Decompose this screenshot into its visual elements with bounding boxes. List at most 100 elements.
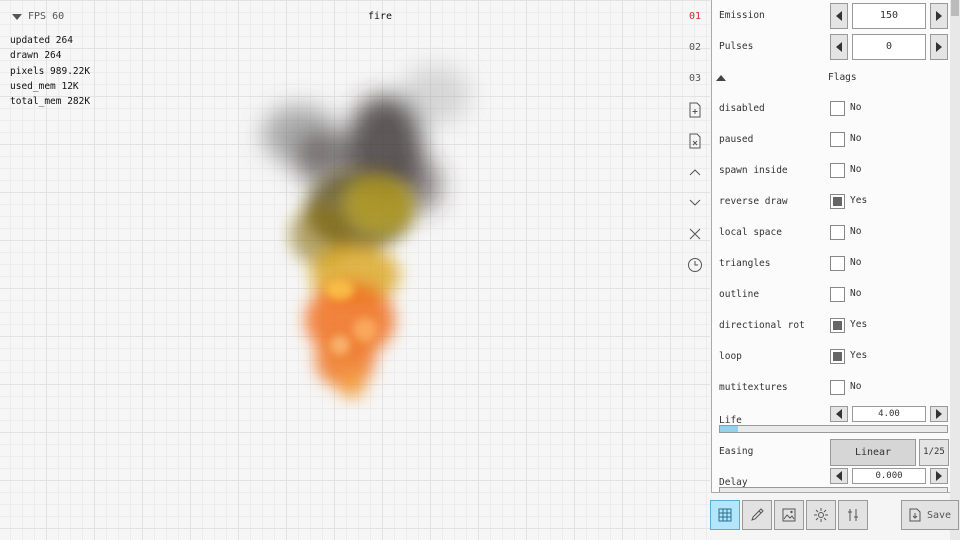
fps-toggle[interactable]: FPS 60: [12, 11, 64, 22]
pulses-row: Pulses 0: [712, 31, 950, 62]
life-input[interactable]: 4.00: [852, 406, 926, 422]
easing-label: Easing: [719, 446, 754, 457]
pulses-stepper: 0: [830, 34, 948, 60]
flag-mutitextures: mutitextures No: [712, 372, 950, 403]
fps-label: FPS 60: [28, 11, 65, 22]
emission-row: Emission 150: [712, 0, 950, 31]
stat-used-mem: used_mem 12K: [10, 80, 79, 92]
flag-directional-rot: directional rot Yes: [712, 310, 950, 341]
flag-checkbox[interactable]: [830, 380, 845, 395]
flag-label: disabled: [719, 103, 765, 114]
clock-icon[interactable]: [682, 253, 708, 277]
flag-checkbox[interactable]: [830, 225, 845, 240]
delay-stepper: 0.000: [830, 468, 948, 484]
flag-label: spawn inside: [719, 165, 788, 176]
grid-icon: [718, 508, 732, 522]
delay-input[interactable]: 0.000: [852, 468, 926, 484]
arrow-left-icon: [836, 471, 842, 481]
life-slider[interactable]: [719, 425, 948, 433]
delay-slider[interactable]: [719, 487, 948, 492]
delay-increment-button[interactable]: [930, 468, 948, 484]
flag-label: mutitextures: [719, 382, 788, 393]
flag-paused: paused No: [712, 124, 950, 155]
panel-scrollbar[interactable]: [950, 0, 960, 540]
flag-state: No: [850, 226, 862, 237]
flag-checkbox[interactable]: [830, 349, 845, 364]
flag-checkbox[interactable]: [830, 101, 845, 116]
panel-scrollbar-thumb[interactable]: [951, 0, 959, 16]
delete-layer-icon[interactable]: [682, 129, 708, 153]
wrench-button[interactable]: [838, 500, 868, 530]
flag-outline: outline No: [712, 279, 950, 310]
emission-increment-button[interactable]: [930, 3, 948, 29]
life-increment-button[interactable]: [930, 406, 948, 422]
flag-checkbox[interactable]: [830, 287, 845, 302]
stat-updated: updated 264: [10, 35, 73, 46]
arrow-left-icon: [836, 11, 842, 21]
pulses-label: Pulses: [719, 41, 754, 52]
flag-label: reverse draw: [719, 196, 788, 207]
arrow-left-icon: [836, 42, 842, 52]
flags-header[interactable]: Flags: [712, 62, 950, 93]
flags-header-label: Flags: [828, 72, 857, 83]
flag-state: No: [850, 288, 862, 299]
pulses-input[interactable]: 0: [852, 34, 926, 60]
flag-label: triangles: [719, 258, 771, 269]
emission-input[interactable]: 150: [852, 3, 926, 29]
flag-checkbox[interactable]: [830, 163, 845, 178]
move-up-icon[interactable]: [682, 160, 708, 184]
arrow-right-icon: [936, 42, 942, 52]
flag-label: local space: [719, 227, 782, 238]
flag-label: paused: [719, 134, 754, 145]
flag-state: No: [850, 257, 862, 268]
image-button[interactable]: [774, 500, 804, 530]
flag-checkbox[interactable]: [830, 132, 845, 147]
flag-reverse-draw: reverse draw Yes: [712, 186, 950, 217]
flag-state: No: [850, 133, 862, 144]
flag-label: outline: [719, 289, 760, 300]
flag-loop: loop Yes: [712, 341, 950, 372]
sparkle-icon: [814, 508, 828, 522]
delay-decrement-button[interactable]: [830, 468, 848, 484]
properties-panel: Emission 150 Pulses 0 Flags disabled No …: [711, 0, 950, 493]
arrow-right-icon: [936, 11, 942, 21]
flag-state: No: [850, 164, 862, 175]
life-decrement-button[interactable]: [830, 406, 848, 422]
flag-state: No: [850, 102, 862, 113]
layer-01-button[interactable]: 01: [682, 4, 708, 28]
flag-checkbox[interactable]: [830, 194, 845, 209]
fire-particles: [262, 65, 470, 399]
emission-stepper: 150: [830, 3, 948, 29]
new-layer-icon[interactable]: [682, 98, 708, 122]
sparkle-button[interactable]: [806, 500, 836, 530]
flag-disabled: disabled No: [712, 93, 950, 124]
preview-canvas[interactable]: FPS 60 updated 264 drawn 264 pixels 989.…: [0, 0, 710, 540]
stats-panel: updated 264 drawn 264 pixels 989.22K use…: [10, 33, 90, 109]
flag-checkbox[interactable]: [830, 318, 845, 333]
life-stepper: 4.00: [830, 406, 948, 422]
pipette-button[interactable]: [742, 500, 772, 530]
flag-state: Yes: [850, 350, 868, 361]
flag-state: No: [850, 381, 862, 392]
stat-drawn: drawn 264: [10, 50, 62, 62]
flag-spawn-inside: spawn inside No: [712, 155, 950, 186]
flag-label: directional rot: [719, 320, 805, 331]
easing-select-button[interactable]: Linear: [830, 439, 916, 466]
move-down-icon[interactable]: [682, 191, 708, 215]
layer-02-button[interactable]: 02: [682, 35, 708, 59]
easing-index-button[interactable]: 1/25: [919, 439, 949, 466]
layer-03-button[interactable]: 03: [682, 66, 708, 90]
grid-button[interactable]: [710, 500, 740, 530]
collapse-icon: [716, 75, 726, 81]
pulses-increment-button[interactable]: [930, 34, 948, 60]
emission-decrement-button[interactable]: [830, 3, 848, 29]
pulses-decrement-button[interactable]: [830, 34, 848, 60]
wrench-icon: [848, 509, 858, 521]
pipette-icon: [751, 508, 764, 521]
flag-checkbox[interactable]: [830, 256, 845, 271]
save-button[interactable]: Save: [901, 500, 959, 530]
close-icon[interactable]: [682, 222, 708, 246]
effect-title: fire: [368, 11, 393, 22]
stat-pixels: pixels 989.22K: [10, 65, 91, 77]
flag-state: Yes: [850, 319, 868, 330]
